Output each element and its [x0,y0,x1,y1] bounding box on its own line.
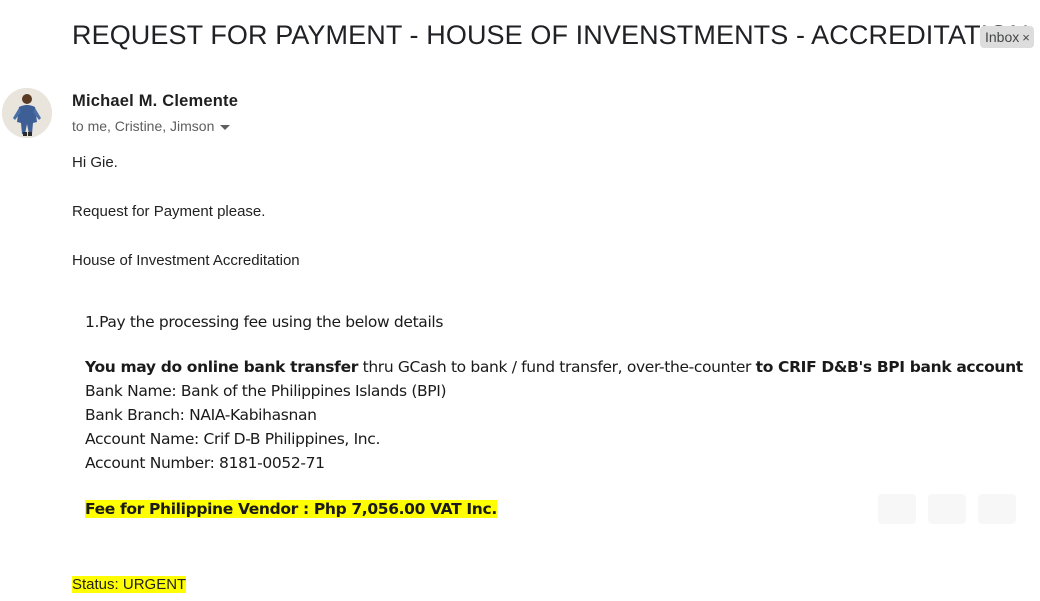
status-line: Status: URGENT [72,576,187,593]
recipients-dropdown[interactable]: to me, Cristine, Jimson [72,118,231,134]
status-urgent-text: Status: URGENT [72,576,187,593]
request-text: Request for Payment please. [72,203,266,220]
inbox-label-text: Inbox [985,29,1020,45]
inbox-label-badge[interactable]: Inbox × [980,26,1034,48]
greeting-text: Hi Gie. [72,154,118,171]
transfer-end-text: to CRIF D&B's BPI bank account [755,358,1024,376]
fee-amount: Fee for Philippine Vendor : Php 7,056.00… [85,500,497,518]
recipients-text: to me, Cristine, Jimson [72,118,215,134]
sender-name: Michael M. Clemente [72,92,239,110]
account-name: Account Name: Crif D-B Philippines, Inc. [85,430,381,448]
more-button-faded[interactable] [978,494,1016,524]
account-number: Account Number: 8181-0052-71 [85,454,325,472]
reply-button-faded[interactable] [878,494,916,524]
transfer-instructions: You may do online bank transfer thru GCa… [85,358,1023,376]
transfer-mid-text: thru GCash to bank / fund transfer, over… [358,358,756,376]
step1-text: 1.Pay the processing fee using the below… [85,313,444,331]
transfer-bold-text: You may do online bank transfer [85,358,359,376]
sender-avatar[interactable] [2,88,52,138]
bank-name: Bank Name: Bank of the Philippines Islan… [85,382,447,400]
email-subject: REQUEST FOR PAYMENT - HOUSE OF INVENSTME… [72,20,1029,50]
fee-highlighted-text: Fee for Philippine Vendor : Php 7,056.00… [85,500,497,518]
forward-button-faded[interactable] [928,494,966,524]
bank-branch: Bank Branch: NAIA-Kabihasnan [85,406,317,424]
remove-label-icon[interactable]: × [1022,30,1030,45]
avatar-person-image [2,88,52,138]
organization-text: House of Investment Accreditation [72,252,300,269]
chevron-down-icon[interactable] [220,124,231,130]
